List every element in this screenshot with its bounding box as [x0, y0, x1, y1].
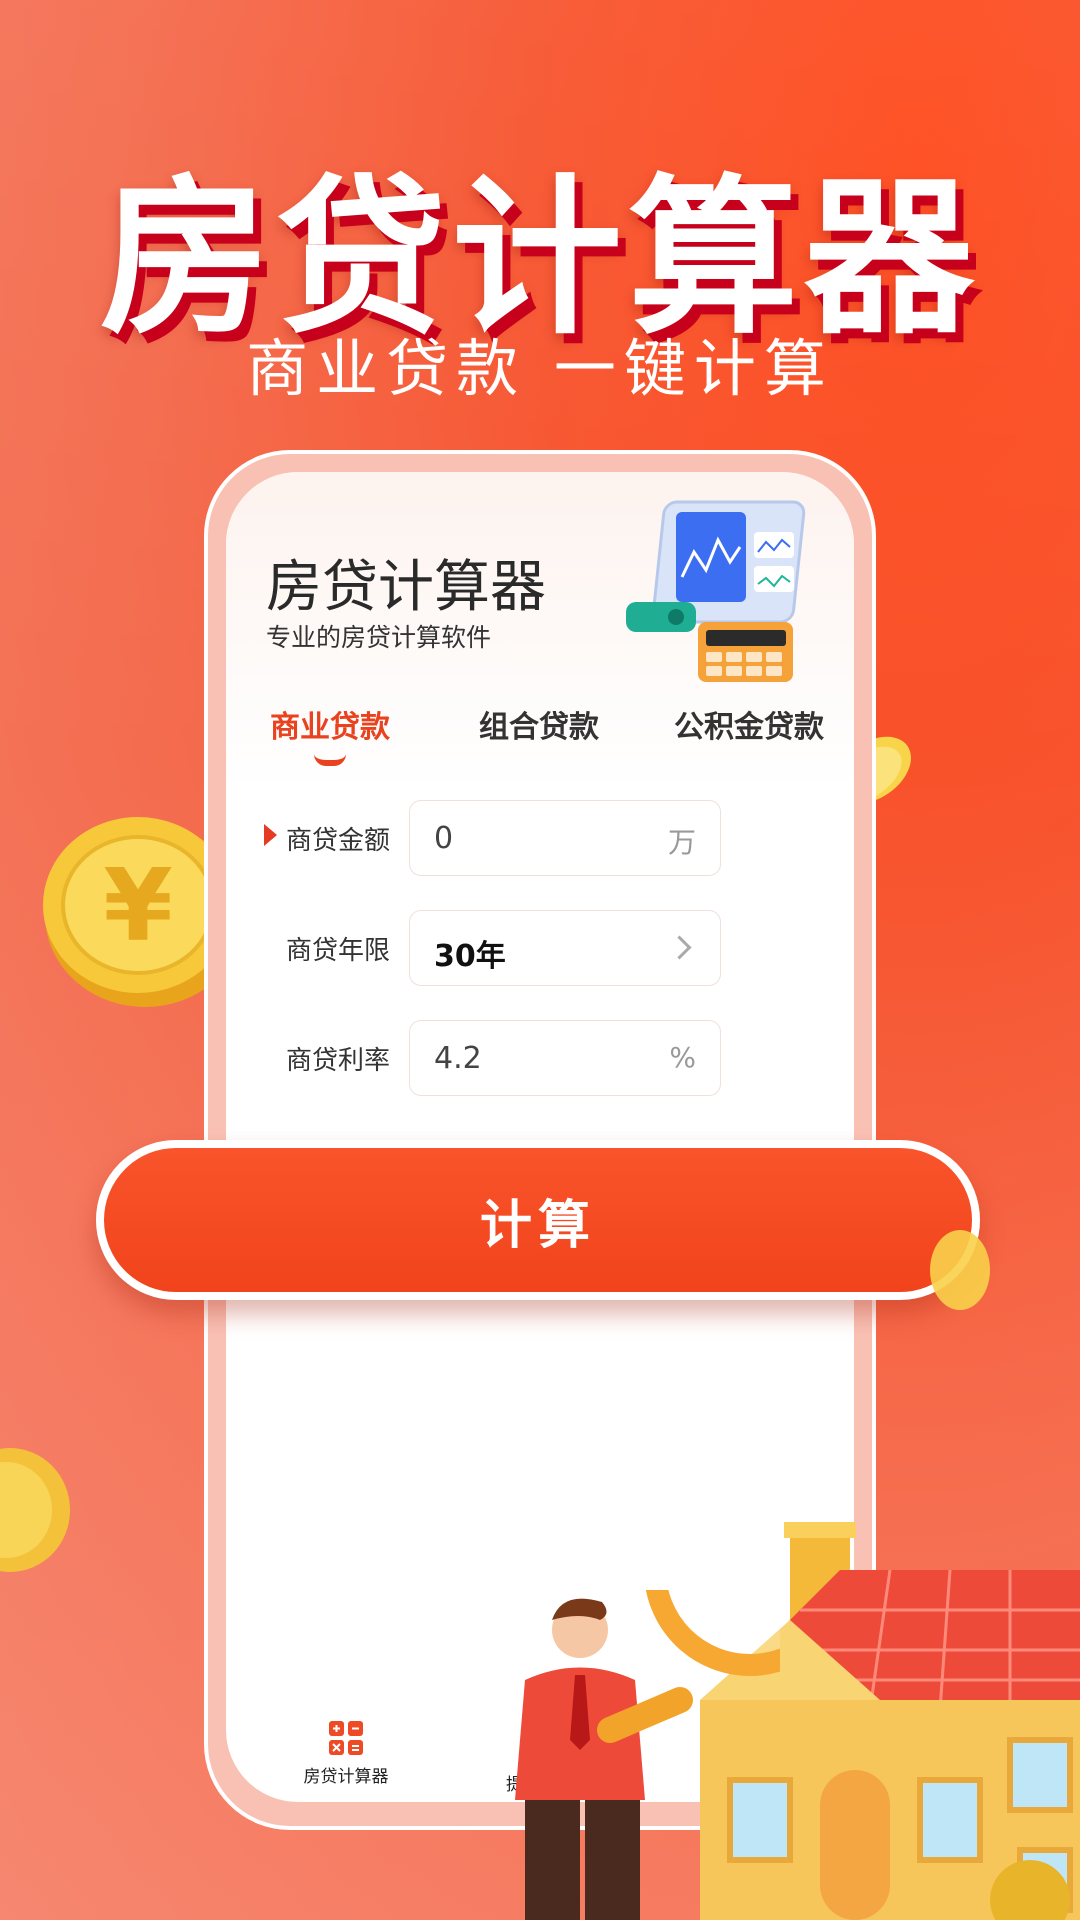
term-value: 30年: [434, 939, 506, 974]
amount-label: 商贷金额: [286, 826, 391, 856]
nav-label-calculator: 房贷计算器: [303, 1767, 389, 1787]
required-indicator-icon: [264, 824, 277, 846]
amount-value: 0: [434, 821, 454, 856]
calculator-icon: [329, 1721, 363, 1755]
calculate-button[interactable]: 计算: [96, 1140, 980, 1300]
hero-subtitle: 商业贷款 一键计算: [246, 332, 834, 405]
term-select[interactable]: 30年: [409, 910, 721, 986]
app-subtitle: 专业的房贷计算软件: [266, 623, 492, 652]
rate-unit: %: [669, 1041, 696, 1074]
rate-value: 4.2: [434, 1041, 482, 1076]
active-tab-indicator: [314, 754, 346, 766]
amount-input[interactable]: 0 万: [409, 800, 721, 876]
tab-commercial-loan[interactable]: 商业贷款: [270, 702, 390, 746]
man-with-magnifier-illustration: [515, 1590, 780, 1920]
coin-icon: [0, 1448, 70, 1572]
chart-device-illustration: [626, 500, 806, 682]
rate-input[interactable]: 4.2 %: [409, 1020, 721, 1096]
form-row-term: 商贷年限 30年: [226, 910, 854, 986]
coin-icon: [930, 1230, 990, 1310]
form-row-rate: 商贷利率 4.2 %: [226, 1020, 854, 1096]
app-title: 房贷计算器: [266, 555, 546, 620]
rate-label: 商贷利率: [286, 1046, 391, 1076]
tab-provident-fund-loan[interactable]: 公积金贷款: [674, 702, 824, 746]
nav-item-calculator[interactable]: 房贷计算器: [286, 1720, 406, 1787]
loan-type-tabs: 商业贷款 组合贷款 公积金贷款: [226, 702, 854, 782]
amount-unit: 万: [667, 826, 696, 859]
tab-combined-loan[interactable]: 组合贷款: [479, 702, 599, 746]
chevron-right-icon: [667, 935, 692, 960]
calculate-button-label: 计算: [479, 1195, 596, 1256]
term-label: 商贷年限: [286, 936, 391, 966]
svg-text:¥: ¥: [103, 847, 173, 964]
form-row-amount: 商贷金额 0 万: [226, 800, 854, 876]
